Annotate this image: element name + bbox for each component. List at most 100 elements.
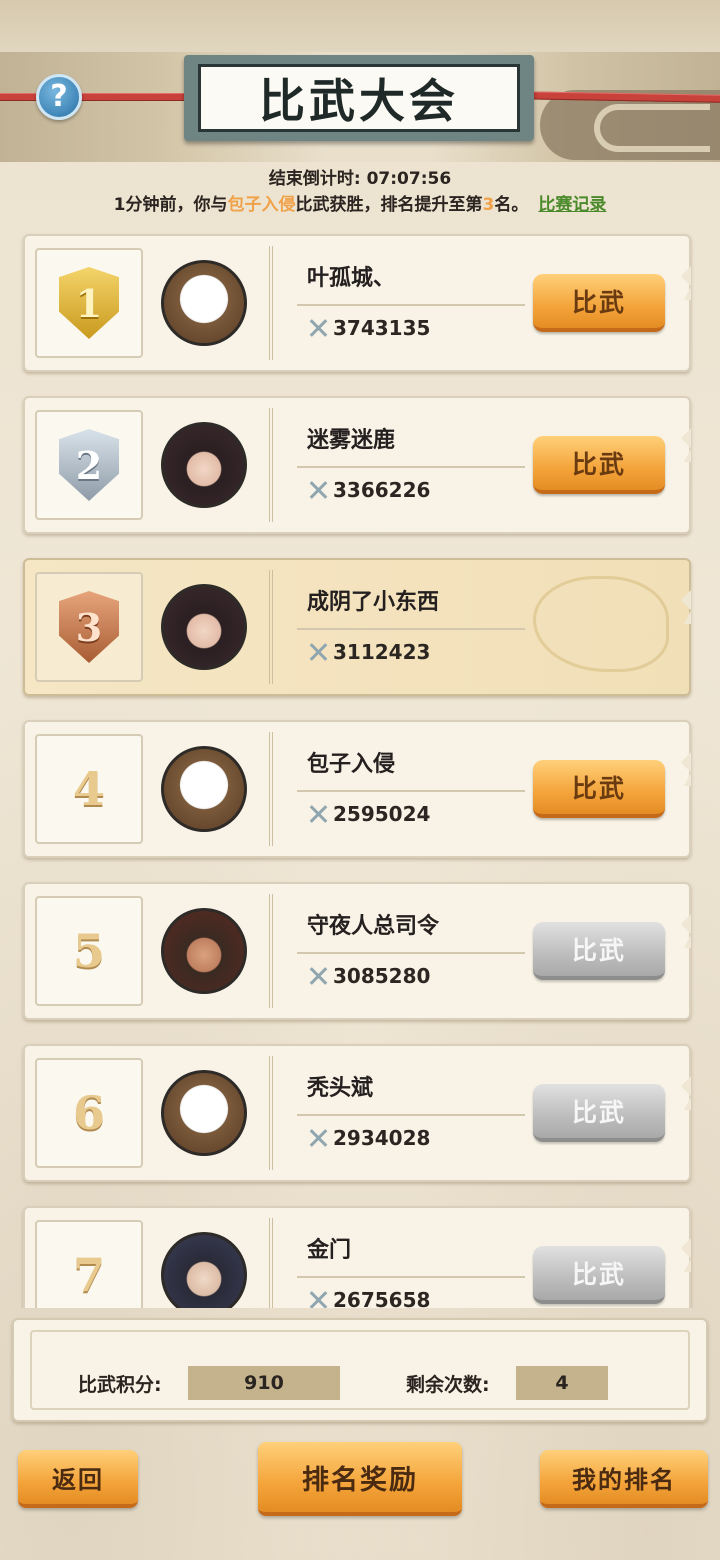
rank-box: 7: [35, 1220, 143, 1308]
power-value: 2595024: [333, 802, 431, 826]
remaining-value: 4: [516, 1366, 608, 1400]
rank-number: 4: [72, 762, 105, 816]
back-button[interactable]: 返回: [18, 1450, 138, 1508]
rank-box: 4: [35, 734, 143, 844]
combat-power: 2595024: [307, 802, 430, 826]
crossed-swords-icon: [307, 317, 329, 339]
player-name: 包子入侵: [307, 752, 396, 777]
silver-medal-icon: 2: [59, 429, 119, 501]
notice-middle: 比武获胜，排名提升至第: [295, 195, 483, 215]
rank-box: 2: [35, 410, 143, 520]
combat-power: 3085280: [307, 964, 430, 988]
countdown: 结束倒计时: 07:07:56: [0, 164, 720, 189]
challenge-button: 比武: [533, 1246, 665, 1304]
ranking-row: 2 迷雾迷鹿 3366226 比武: [23, 396, 691, 534]
crossed-swords-icon: [307, 965, 329, 987]
avatar[interactable]: [161, 260, 247, 346]
crossed-swords-icon: [307, 1289, 329, 1308]
ranking-list[interactable]: 1 叶孤城、 3743135 比武 2 迷雾迷鹿 3366226 比武 3 成阴了小东西 31124…: [0, 230, 720, 1308]
challenge-button[interactable]: 比武: [533, 436, 665, 494]
stats-panel: 比武积分: 910 剩余次数: 4: [12, 1318, 708, 1422]
power-value: 3743135: [333, 316, 431, 340]
title-frame: 比武大会: [198, 64, 520, 132]
player-name: 守夜人总司令: [307, 914, 440, 939]
player-name: 成阴了小东西: [307, 590, 440, 615]
divider: [297, 466, 525, 468]
title-plaque: 比武大会: [184, 55, 534, 141]
power-value: 3366226: [333, 478, 431, 502]
red-rope-left: [0, 93, 200, 101]
avatar[interactable]: [161, 746, 247, 832]
cloud-decoration-inner: [594, 104, 710, 152]
player-info: 叶孤城、 3743135 比武: [269, 246, 673, 360]
crossed-swords-icon: [307, 641, 329, 663]
page-title: 比武大会: [259, 74, 459, 128]
rank-box: 3: [35, 572, 143, 682]
combat-power: 3112423: [307, 640, 430, 664]
notice-prefix: 1分钟前，你与: [113, 195, 228, 215]
crossed-swords-icon: [307, 1127, 329, 1149]
power-value: 3085280: [333, 964, 431, 988]
rank-number: 7: [72, 1248, 105, 1302]
combat-power: 2675658: [307, 1288, 430, 1308]
stats-frame: 比武积分: 910 剩余次数: 4: [30, 1330, 690, 1410]
points-value: 910: [188, 1366, 340, 1400]
challenge-button: 比武: [533, 1084, 665, 1142]
avatar[interactable]: [161, 1232, 247, 1308]
challenge-button[interactable]: 比武: [533, 760, 665, 818]
avatar[interactable]: [161, 584, 247, 670]
player-name: 叶孤城、: [307, 266, 396, 291]
rank-rewards-button[interactable]: 排名奖励: [258, 1442, 462, 1516]
combat-power: 3743135: [307, 316, 430, 340]
help-button[interactable]: ?: [36, 74, 82, 120]
player-name: 迷雾迷鹿: [307, 428, 396, 453]
divider: [297, 790, 525, 792]
power-value: 2675658: [333, 1288, 431, 1308]
ranking-row: 6 秃头斌 2934028 比武: [23, 1044, 691, 1182]
ranking-row: 5 守夜人总司令 3085280 比武: [23, 882, 691, 1020]
challenge-button[interactable]: 比武: [533, 274, 665, 332]
rank-box: 1: [35, 248, 143, 358]
rank-box: 5: [35, 896, 143, 1006]
my-rank-button[interactable]: 我的排名: [540, 1450, 708, 1508]
player-info: 包子入侵 2595024 比武: [269, 732, 673, 846]
player-name: 金门: [307, 1238, 352, 1263]
crossed-swords-icon: [307, 479, 329, 501]
avatar[interactable]: [161, 908, 247, 994]
ranking-row: 7 金门 2675658 比武: [23, 1206, 691, 1308]
rank-number: 6: [72, 1086, 105, 1140]
player-name: 秃头斌: [307, 1076, 374, 1101]
avatar[interactable]: [161, 1070, 247, 1156]
battle-notice: 1分钟前，你与包子入侵比武获胜，排名提升至第3名。 比赛记录: [0, 190, 720, 215]
notice-suffix: 名。: [494, 195, 529, 215]
remaining-label: 剩余次数:: [406, 1374, 490, 1396]
ranking-row: 3 成阴了小东西 3112423: [23, 558, 691, 696]
avatar[interactable]: [161, 422, 247, 508]
top-band: [0, 0, 720, 52]
player-info: 迷雾迷鹿 3366226 比武: [269, 408, 673, 522]
divider: [297, 628, 525, 630]
countdown-label: 结束倒计时:: [268, 169, 361, 189]
ranking-row: 4 包子入侵 2595024 比武: [23, 720, 691, 858]
match-record-link[interactable]: 比赛记录: [538, 195, 606, 215]
divider: [297, 1276, 525, 1278]
power-value: 3112423: [333, 640, 431, 664]
challenge-button: 比武: [533, 922, 665, 980]
player-info: 守夜人总司令 3085280 比武: [269, 894, 673, 1008]
notice-rank: 3: [482, 195, 495, 215]
divider: [297, 1114, 525, 1116]
countdown-value: 07:07:56: [366, 169, 452, 189]
gold-medal-icon: 1: [59, 267, 119, 339]
points-label: 比武积分:: [78, 1374, 162, 1396]
rank-number: 5: [72, 924, 105, 978]
ranking-row: 1 叶孤城、 3743135 比武: [23, 234, 691, 372]
notice-opponent: 包子入侵: [227, 195, 296, 215]
player-info: 秃头斌 2934028 比武: [269, 1056, 673, 1170]
divider: [297, 304, 525, 306]
divider: [297, 952, 525, 954]
bronze-medal-icon: 3: [59, 591, 119, 663]
rank-box: 6: [35, 1058, 143, 1168]
player-info: 成阴了小东西 3112423: [269, 570, 673, 684]
combat-power: 3366226: [307, 478, 430, 502]
combat-power: 2934028: [307, 1126, 430, 1150]
